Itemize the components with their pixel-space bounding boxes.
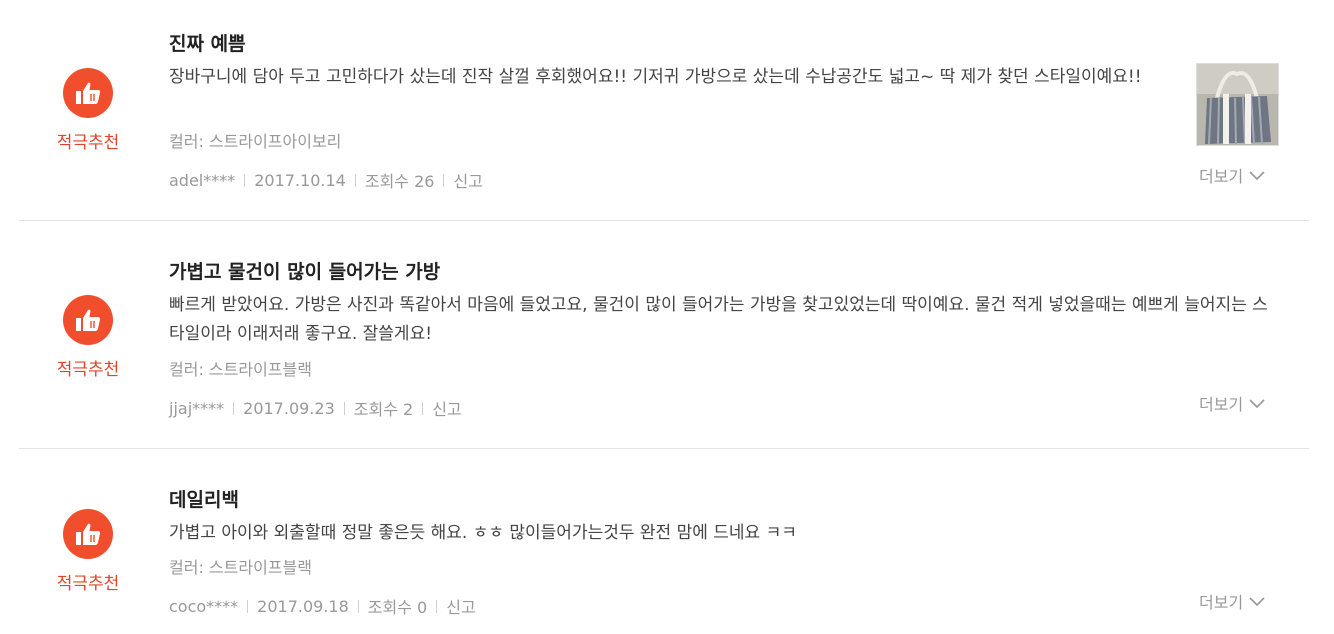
meta-divider — [343, 401, 345, 415]
meta-divider — [233, 401, 235, 415]
meta-divider — [443, 173, 445, 187]
review-body: 장바구니에 담아 두고 고민하다가 샀는데 진작 살껄 후회했어요!! 기저귀 … — [169, 67, 1142, 87]
chevron-down-icon — [1249, 592, 1265, 611]
review-option: 컬러: 스트라이프블랙 — [169, 558, 312, 577]
more-label: 더보기 — [1199, 395, 1244, 414]
review-body: 빠르게 받았어요. 가방은 사진과 똑같아서 마음에 들었고요, 물건이 많이 … — [169, 295, 1268, 344]
more-label: 더보기 — [1199, 167, 1244, 186]
review-item: 적극추천 데일리백 가볍고 아이와 외출할때 정말 좋은듯 해요. ㅎㅎ 많이들… — [0, 449, 1334, 634]
review-views: 조회수 2 — [353, 400, 414, 419]
review-author: adel**** — [169, 170, 236, 190]
recommend-badge: 적극추천 — [45, 68, 131, 153]
review-title: 가볍고 물건이 많이 들어가는 가방 — [169, 261, 441, 283]
thumbs-up-icon — [63, 68, 113, 118]
review-option: 컬러: 스트라이프아이보리 — [169, 132, 342, 151]
chevron-down-icon — [1249, 394, 1265, 413]
thumbs-up-icon — [63, 509, 113, 559]
review-author: jjaj**** — [169, 398, 225, 418]
review-item: 적극추천 진짜 예쁨 장바구니에 담아 두고 고민하다가 샀는데 진작 살껄 후… — [0, 0, 1334, 221]
chevron-down-icon — [1249, 166, 1265, 185]
review-date: 2017.09.18 — [257, 596, 349, 616]
meta-divider — [357, 599, 359, 613]
review-meta: jjaj**** 2017.09.23 조회수 2 신고 — [169, 396, 462, 420]
more-label: 더보기 — [1199, 593, 1244, 612]
review-item: 적극추천 가볍고 물건이 많이 들어가는 가방 빠르게 받았어요. 가방은 사진… — [0, 221, 1334, 449]
recommend-badge: 적극추천 — [45, 509, 131, 594]
badge-label: 적극추천 — [56, 133, 120, 153]
more-button[interactable]: 더보기 — [1199, 589, 1265, 613]
review-views: 조회수 26 — [364, 172, 435, 191]
report-link[interactable]: 신고 — [453, 168, 482, 192]
review-views: 조회수 0 — [367, 598, 428, 617]
thumbs-up-icon — [63, 295, 113, 345]
review-meta: coco**** 2017.09.18 조회수 0 신고 — [169, 594, 476, 618]
review-photo-thumbnail[interactable] — [1196, 63, 1279, 146]
review-title: 진짜 예쁨 — [169, 33, 246, 55]
meta-divider — [422, 401, 424, 415]
recommend-badge: 적극추천 — [45, 295, 131, 380]
more-button[interactable]: 더보기 — [1199, 391, 1265, 415]
meta-divider — [436, 599, 438, 613]
review-date: 2017.09.23 — [243, 398, 335, 418]
review-author: coco**** — [169, 596, 239, 616]
badge-label: 적극추천 — [56, 574, 120, 594]
report-link[interactable]: 신고 — [446, 594, 475, 618]
meta-divider — [247, 599, 249, 613]
review-body: 가볍고 아이와 외출할때 정말 좋은듯 해요. ㅎㅎ 많이들어가는것두 완전 맘… — [169, 523, 797, 543]
meta-divider — [354, 173, 356, 187]
more-button[interactable]: 더보기 — [1199, 163, 1265, 187]
review-title: 데일리백 — [169, 489, 239, 511]
review-meta: adel**** 2017.10.14 조회수 26 신고 — [169, 168, 483, 192]
review-option: 컬러: 스트라이프블랙 — [169, 360, 312, 379]
badge-label: 적극추천 — [56, 360, 120, 380]
report-link[interactable]: 신고 — [432, 396, 461, 420]
review-date: 2017.10.14 — [254, 170, 346, 190]
meta-divider — [244, 173, 246, 187]
